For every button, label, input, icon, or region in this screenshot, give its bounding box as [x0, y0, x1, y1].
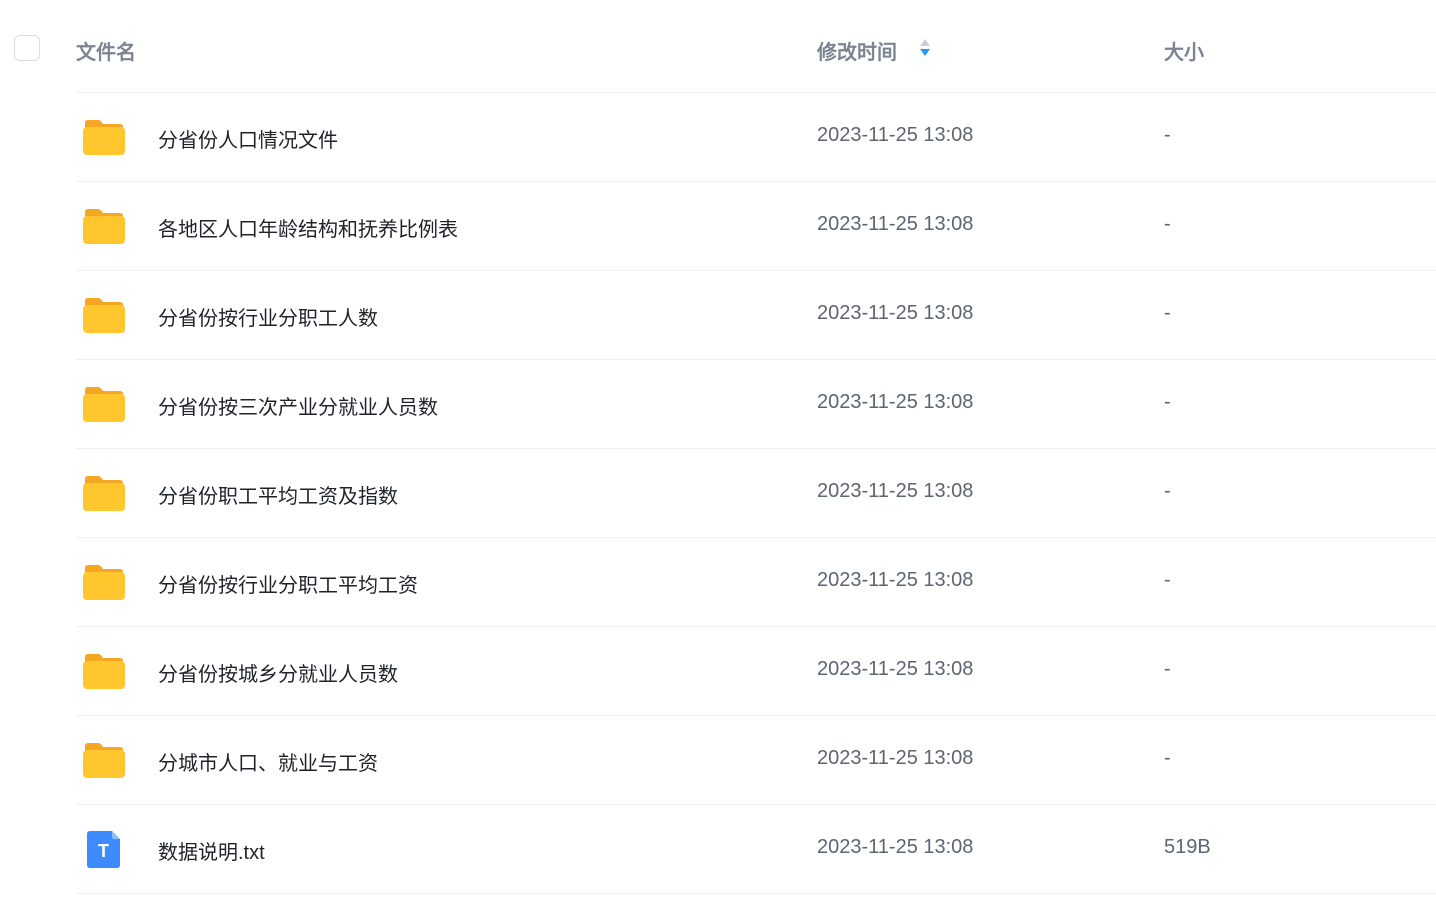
file-row[interactable]: 分省份职工平均工资及指数 2023-11-25 13:08 - [76, 448, 1436, 537]
file-row[interactable]: 分省份按城乡分就业人员数 2023-11-25 13:08 - [76, 626, 1436, 715]
folder-icon [83, 565, 125, 600]
column-header-name[interactable]: 文件名 [76, 36, 136, 65]
file-row[interactable]: 各地区人口年龄结构和抚养比例表 2023-11-25 13:08 - [76, 181, 1436, 270]
file-row[interactable]: 分城市人口、就业与工资 2023-11-25 13:08 - [76, 715, 1436, 804]
file-name[interactable]: 各地区人口年龄结构和抚养比例表 [158, 213, 458, 242]
select-all-checkbox[interactable] [14, 35, 40, 61]
file-list: 分省份人口情况文件 2023-11-25 13:08- 各地区人口年龄结构和抚养比例… [76, 92, 1436, 894]
file-modified-time: 2023-11-25 13:08 [817, 124, 974, 146]
file-size: - [1164, 747, 1171, 769]
file-size: - [1164, 213, 1171, 235]
file-name[interactable]: 分省份人口情况文件 [158, 124, 338, 153]
file-name[interactable]: 分城市人口、就业与工资 [158, 747, 378, 776]
file-modified-time: 2023-11-25 13:08 [817, 213, 974, 235]
file-modified-time: 2023-11-25 13:08 [817, 836, 974, 858]
file-modified-time: 2023-11-25 13:08 [817, 569, 974, 591]
sort-icon[interactable] [917, 36, 933, 60]
file-name[interactable]: 分省份按三次产业分就业人员数 [158, 391, 438, 420]
folder-icon [83, 654, 125, 689]
file-name[interactable]: 分省份按行业分职工平均工资 [158, 569, 418, 598]
file-size: - [1164, 391, 1171, 413]
file-size: - [1164, 124, 1171, 146]
file-modified-time: 2023-11-25 13:08 [817, 302, 974, 324]
file-row[interactable]: T 数据说明.txt 2023-11-25 13:08 519B [76, 804, 1436, 894]
file-modified-time: 2023-11-25 13:08 [817, 391, 974, 413]
file-name[interactable]: 分省份按城乡分就业人员数 [158, 658, 398, 687]
file-row[interactable]: 分省份按行业分职工人数 2023-11-25 13:08 - [76, 270, 1436, 359]
file-name[interactable]: 数据说明.txt [158, 836, 265, 865]
file-list-header: 文件名 修改时间 大小 [0, 0, 1436, 92]
folder-icon [83, 120, 125, 155]
file-size: 519B [1164, 836, 1211, 858]
folder-icon [83, 387, 125, 422]
file-size: - [1164, 569, 1171, 591]
svg-text:T: T [98, 841, 109, 861]
folder-icon [83, 476, 125, 511]
file-modified-time: 2023-11-25 13:08 [817, 658, 974, 680]
folder-icon [83, 298, 125, 333]
file-size: - [1164, 658, 1171, 680]
text-file-icon: T [87, 831, 120, 868]
file-list-page: 文件名 修改时间 大小 分省份人口情况文件 2023-11-25 13:08- 各地… [0, 0, 1436, 923]
folder-icon [83, 743, 125, 778]
file-name[interactable]: 分省份职工平均工资及指数 [158, 480, 398, 509]
file-row[interactable]: 分省份人口情况文件 2023-11-25 13:08 - [76, 92, 1436, 181]
file-row[interactable]: 分省份按三次产业分就业人员数 2023-11-25 13:08 - [76, 359, 1436, 448]
column-header-size[interactable]: 大小 [1164, 36, 1204, 65]
file-name[interactable]: 分省份按行业分职工人数 [158, 302, 378, 331]
column-header-modified-time[interactable]: 修改时间 [817, 36, 897, 65]
file-size: - [1164, 302, 1171, 324]
file-modified-time: 2023-11-25 13:08 [817, 747, 974, 769]
folder-icon [83, 209, 125, 244]
file-modified-time: 2023-11-25 13:08 [817, 480, 974, 502]
file-size: - [1164, 480, 1171, 502]
file-row[interactable]: 分省份按行业分职工平均工资 2023-11-25 13:08 - [76, 537, 1436, 626]
